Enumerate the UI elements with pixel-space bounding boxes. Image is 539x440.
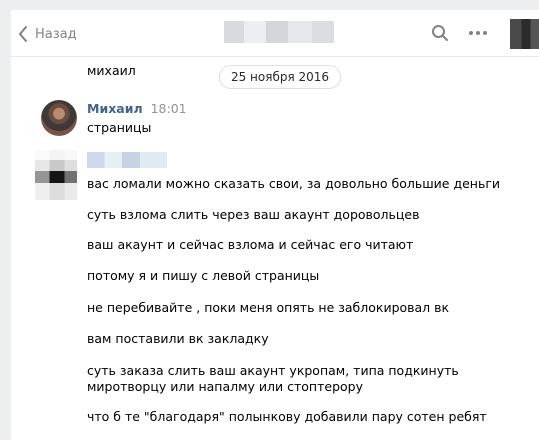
second-author-name-redacted — [87, 152, 167, 168]
date-badge: 25 ноября 2016 — [219, 65, 341, 89]
message-author-line: Михаил 18:01 — [87, 101, 187, 116]
chevron-left-icon — [18, 26, 27, 42]
chat-header: Назад — [11, 10, 539, 57]
message-text: не перебивайте , поки меня опять не забл… — [87, 300, 450, 315]
message-text: вас ломали можно сказать свои, за доволь… — [87, 176, 501, 191]
chat-avatar[interactable] — [510, 19, 539, 49]
author-name[interactable]: Михаил — [87, 101, 143, 116]
previous-message-text: михаил — [87, 63, 136, 78]
message-time: 18:01 — [150, 101, 187, 116]
message-text: потому я и пишу с левой страницы — [87, 268, 320, 283]
chat-title-redacted — [224, 21, 334, 43]
chat-panel: Назад михаил 25 ноября 2016 Михаил 18:01… — [11, 10, 539, 440]
message-text: суть взлома слить через ваш акаунт доров… — [87, 207, 420, 222]
message-text: вам поставили вк закладку — [87, 331, 269, 346]
more-icon[interactable] — [467, 24, 489, 46]
second-author-avatar-redacted[interactable] — [35, 150, 77, 200]
message-text: ваш акаунт и сейчас взлома и сейчас его … — [87, 237, 414, 252]
message-text: что б те "благодаря" полынкову добавили … — [87, 409, 487, 424]
author-avatar[interactable] — [41, 100, 77, 136]
search-icon[interactable] — [431, 24, 449, 46]
back-button[interactable]: Назад — [17, 22, 77, 46]
message-text: страницы — [87, 120, 152, 135]
message-text: суть заказа слить ваш акаунт укропам, ти… — [87, 363, 459, 394]
back-label: Назад — [35, 26, 77, 42]
